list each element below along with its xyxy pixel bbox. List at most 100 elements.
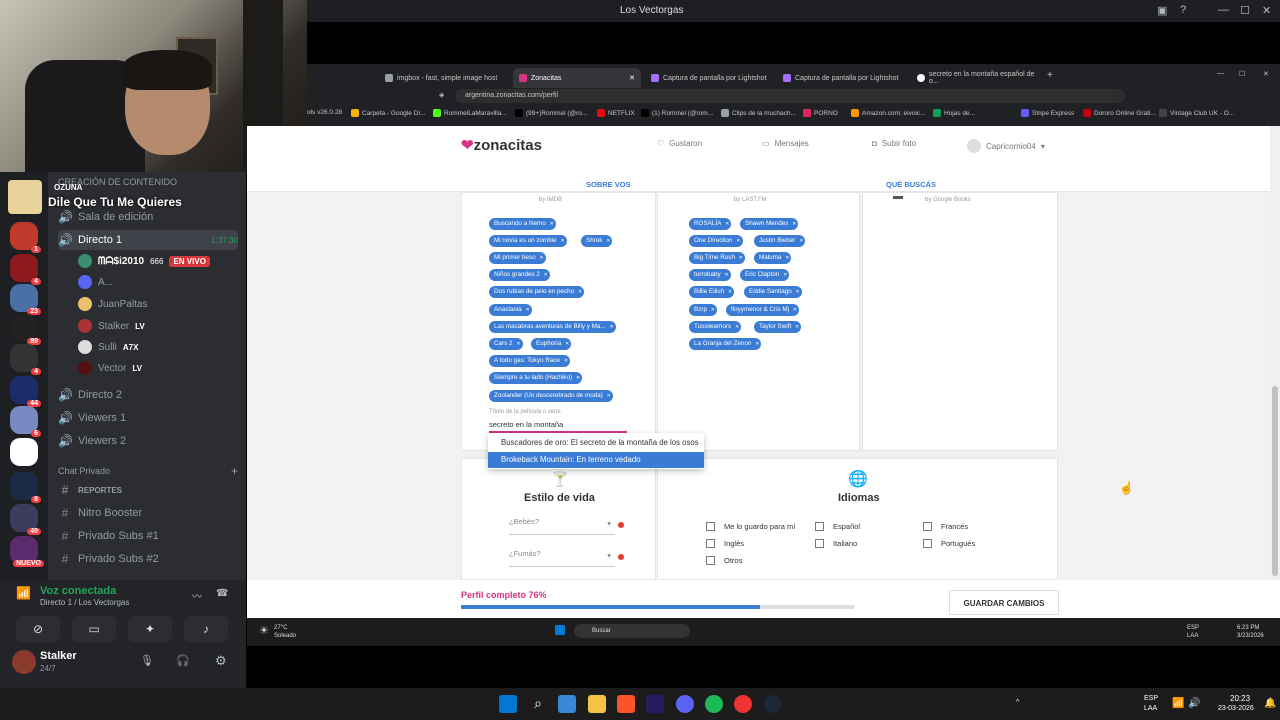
screen-share-icon[interactable]: ▭ — [72, 616, 116, 642]
server-icon[interactable]: 4 — [10, 344, 41, 375]
file-explorer-icon[interactable] — [588, 695, 606, 713]
voice-user[interactable]: ᗰᗩ$i2010 666 EN VIVO — [78, 252, 210, 270]
server-icon[interactable]: NUEVO — [10, 536, 44, 567]
widgets-icon[interactable] — [558, 695, 576, 713]
voice-channel[interactable]: 🔊 Viewers 1 — [58, 408, 238, 428]
movie-tag[interactable]: Buscando a Nemo — [489, 218, 556, 230]
language-indicator[interactable]: ESP — [1187, 625, 1199, 631]
minimize-icon[interactable]: — — [1217, 70, 1224, 77]
bookmark[interactable]: (99+)Rommel (@ro... — [515, 109, 587, 117]
text-channel[interactable]: # Privado Subs #2 — [58, 549, 238, 569]
movie-tag[interactable]: Mi primer beso — [489, 252, 546, 264]
server-icon[interactable]: 4 — [10, 254, 41, 285]
nav-likes[interactable]: ♡ Gustaron — [657, 139, 702, 148]
movie-tag[interactable]: Anastasia — [489, 304, 532, 316]
bookmark[interactable]: Vintage Club UK - O... — [1159, 109, 1234, 117]
nav-user-menu[interactable]: Capricornio04 ▾ — [967, 139, 1045, 153]
clock-time[interactable]: 20:23 — [1230, 694, 1250, 703]
server-icon[interactable]: 89 — [10, 314, 41, 345]
voice-user[interactable]: JuanPaltas — [78, 295, 147, 313]
close-icon[interactable]: ✕ — [1262, 4, 1271, 17]
music-tag[interactable]: Eric Clapton — [740, 269, 790, 281]
music-tag[interactable]: ROSALÍA — [689, 218, 732, 230]
checkbox[interactable] — [815, 522, 824, 531]
server-icon[interactable]: 8 — [10, 472, 41, 503]
music-tag[interactable]: Eddie Santiago — [744, 286, 802, 298]
discord-icon[interactable] — [676, 695, 694, 713]
windows-start-icon[interactable] — [499, 695, 517, 713]
settings-gear-icon[interactable]: ⚙ — [215, 653, 227, 669]
headphones-icon[interactable]: 🎧 — [176, 654, 190, 667]
soundboard-icon[interactable]: ♪ — [184, 616, 228, 642]
spotify-icon[interactable] — [705, 695, 723, 713]
checkbox[interactable] — [923, 539, 932, 548]
checkbox[interactable] — [706, 522, 715, 531]
help-icon[interactable]: ? — [1180, 4, 1186, 16]
movie-search-input[interactable]: secreto en la montaña — [489, 420, 627, 433]
tab-seeking[interactable]: QUÉ BUSCÁS — [886, 180, 936, 189]
autocomplete-option-selected[interactable]: Brokeback Mountain: En terreno vedado — [488, 452, 704, 468]
nav-upload-photo[interactable]: ◘ Subir foto — [872, 139, 916, 148]
bookmark-icon[interactable]: ◈ — [439, 91, 444, 99]
activities-icon[interactable]: ✦ — [128, 616, 172, 642]
browser-tab[interactable]: secreto en la montaña español de o... — [911, 68, 1051, 88]
server-icon[interactable] — [10, 438, 38, 466]
bookmark[interactable]: Carpeta - Google Dr... — [351, 109, 426, 117]
microphone-icon[interactable]: 🎙 — [140, 654, 154, 667]
server-icon[interactable]: 6 — [10, 406, 41, 437]
text-channel[interactable]: # REPORTES — [58, 480, 238, 500]
language-indicator[interactable]: ESP — [1144, 695, 1158, 702]
steam-icon[interactable] — [764, 695, 782, 713]
text-channel[interactable]: # Privado Subs #1 — [58, 526, 238, 546]
inbox-icon[interactable]: ▣ — [1157, 4, 1167, 17]
voice-channel[interactable]: 🔊 Viewers 2 — [58, 431, 238, 451]
bookmark[interactable]: ols v26.0.28 — [307, 109, 342, 116]
close-icon[interactable]: ✕ — [1263, 70, 1269, 78]
checkbox[interactable] — [706, 539, 715, 548]
server-icon[interactable]: 49 — [10, 504, 41, 535]
wifi-icon[interactable]: 📶 — [1172, 698, 1184, 709]
close-tab-icon[interactable]: ✕ — [629, 74, 635, 82]
bookmark[interactable]: Amazon.com: eivoic... — [851, 109, 926, 117]
bookmark[interactable]: (1) Rommel (@rom... — [641, 109, 713, 117]
bookmark[interactable]: Hojas de... — [933, 109, 975, 117]
bookmark[interactable]: Clips de la muchach... — [721, 109, 796, 117]
browser-tab[interactable]: imgbox - fast, simple image host — [379, 68, 507, 88]
music-tag[interactable]: Tussiwarriors — [689, 321, 742, 333]
smoke-select[interactable]: ¿Fumás? ▾ — [509, 549, 615, 567]
search-icon[interactable]: ⌕ — [529, 695, 547, 713]
bookmark[interactable]: NETFLIX — [597, 109, 635, 117]
windows-start-icon[interactable] — [555, 625, 565, 635]
brave-icon[interactable] — [617, 695, 635, 713]
chevron-up-icon[interactable]: ^ — [1016, 699, 1019, 706]
movie-tag[interactable]: Cars 2 — [489, 338, 523, 350]
movie-tag[interactable]: Niños grandes 2 — [489, 269, 550, 281]
music-tag[interactable]: Justin Bieber — [754, 235, 806, 247]
noise-suppression-icon[interactable]: 〰 — [192, 588, 202, 603]
movie-tag[interactable]: Dos rubias de pelo en pecho — [489, 286, 585, 298]
bookmark[interactable]: PORNO — [803, 109, 838, 117]
avatar[interactable] — [12, 650, 36, 674]
music-tag[interactable]: Big Time Rush — [689, 252, 745, 264]
browser-tab-active[interactable]: Zonacitas ✕ — [513, 68, 641, 88]
checkbox[interactable] — [923, 522, 932, 531]
movie-tag[interactable]: Zoolander (Un descerebrado de moda) — [489, 390, 613, 402]
bookmark[interactable]: RommelLaMaravilla... — [433, 109, 507, 117]
minimize-icon[interactable]: — — [1218, 4, 1229, 16]
music-tag[interactable]: One Direction — [689, 235, 743, 247]
checkbox[interactable] — [815, 539, 824, 548]
movie-tag[interactable]: Mi novia es un zombie — [489, 235, 567, 247]
voice-user[interactable]: A... — [78, 273, 113, 291]
drink-select[interactable]: ¿Bebés? ▾ — [509, 517, 615, 535]
voice-user[interactable]: Vector LV — [78, 359, 142, 377]
category-header[interactable]: Chat Privado + — [58, 461, 238, 481]
app-icon[interactable] — [734, 695, 752, 713]
volume-icon[interactable]: 🔊 — [1188, 698, 1200, 709]
save-changes-button[interactable]: GUARDAR CAMBIOS — [949, 590, 1059, 615]
add-channel-icon[interactable]: + — [231, 464, 238, 478]
camera-off-icon[interactable]: ⊘ — [16, 616, 60, 642]
maximize-icon[interactable]: ☐ — [1240, 4, 1250, 17]
movie-tag[interactable]: Las macabras aventuras de Billy y Ma... — [489, 321, 616, 333]
server-icon[interactable]: 44 — [10, 376, 41, 407]
voice-status-label[interactable]: Voz conectada — [40, 585, 116, 597]
